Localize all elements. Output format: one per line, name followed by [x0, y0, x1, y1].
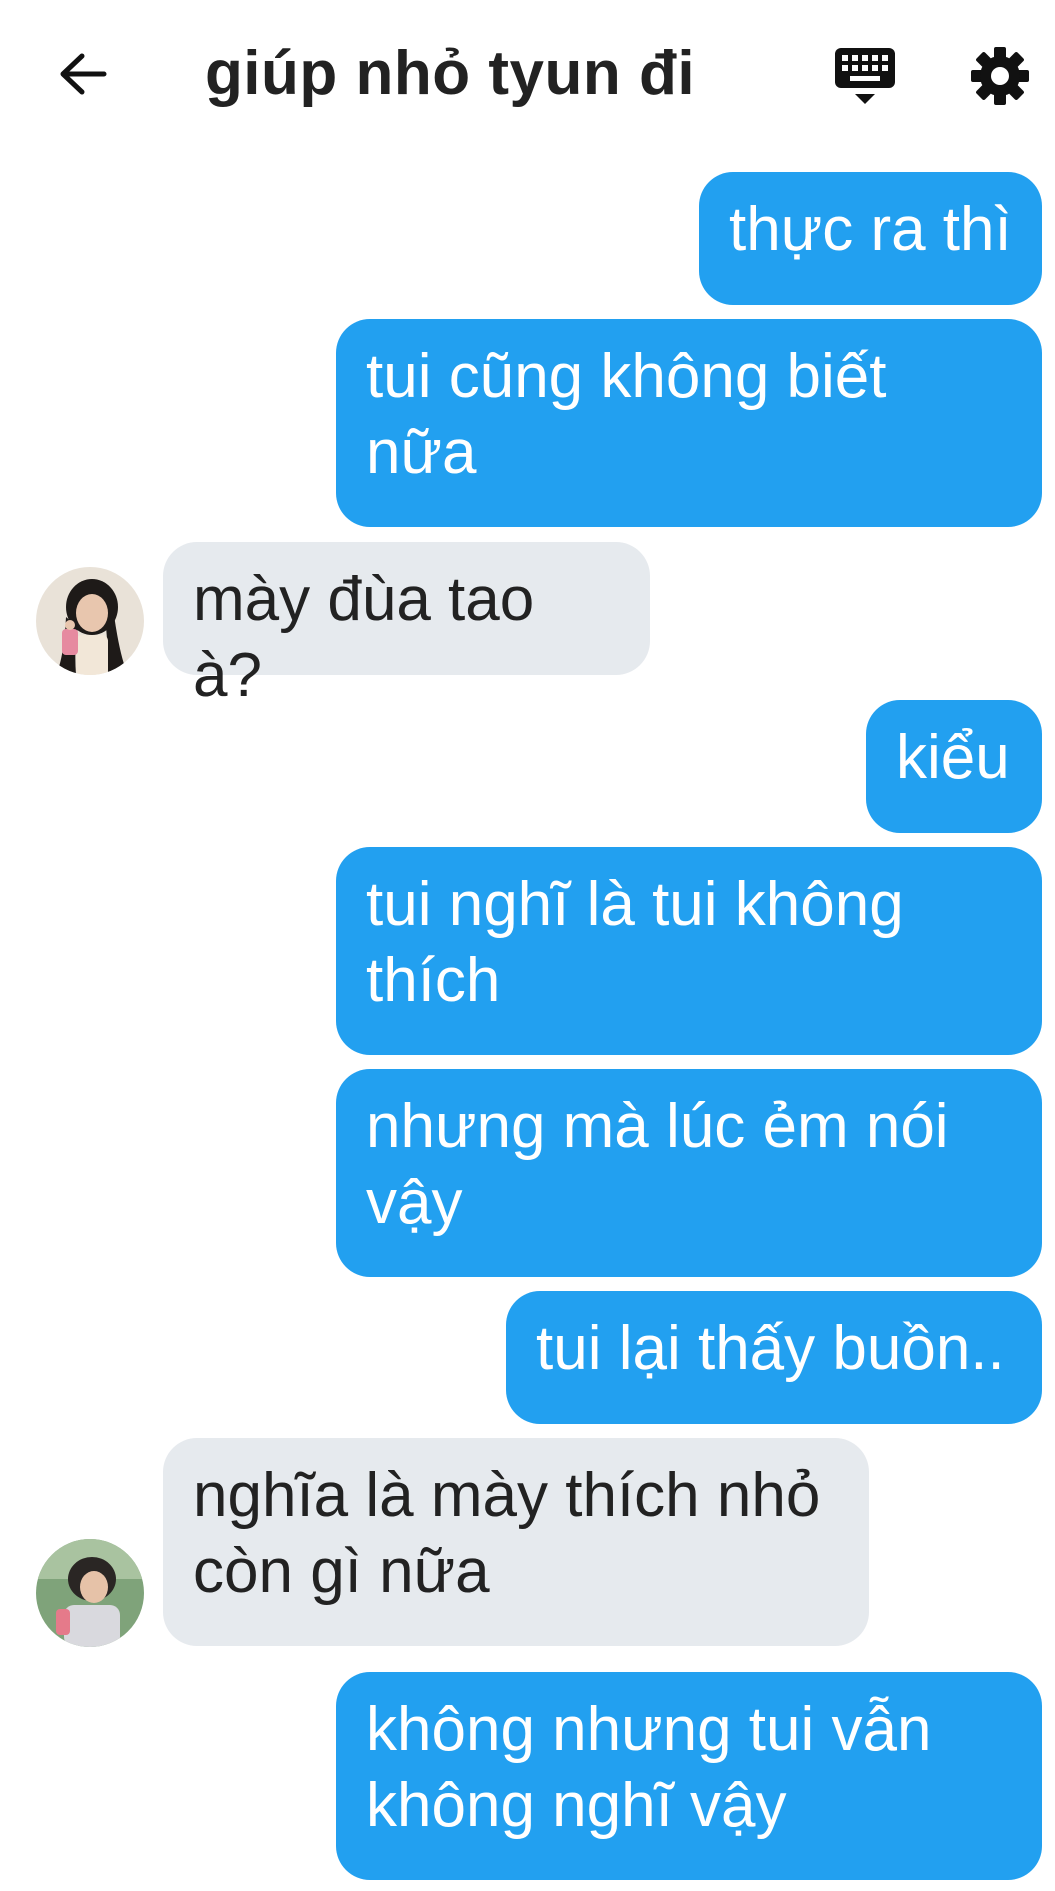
outgoing-message[interactable]: tui lại thấy buồn..	[506, 1291, 1042, 1424]
avatar[interactable]	[36, 567, 144, 675]
gear-icon	[971, 47, 1029, 105]
outgoing-message[interactable]: kiểu	[866, 700, 1042, 833]
keyboard-button[interactable]	[825, 40, 905, 112]
settings-button[interactable]	[964, 40, 1036, 112]
contact-photo-icon	[36, 567, 144, 675]
contact-photo-icon	[36, 1539, 144, 1647]
incoming-message[interactable]: mày đùa tao à?	[163, 542, 650, 710]
arrow-left-icon	[60, 53, 107, 95]
outgoing-message[interactable]: tui cũng không biết nữa	[336, 319, 1042, 527]
back-button[interactable]	[48, 42, 118, 106]
outgoing-message[interactable]: tui nghĩ là tui không thích	[336, 847, 1042, 1055]
avatar[interactable]	[36, 1539, 144, 1647]
keyboard-icon	[835, 48, 895, 104]
outgoing-message[interactable]: nhưng mà lúc ẻm nói vậy	[336, 1069, 1042, 1277]
incoming-message[interactable]: nghĩa là mày thích nhỏ còn gì nữa	[163, 1438, 869, 1646]
outgoing-message[interactable]: không nhưng tui vẫn không nghĩ vậy	[336, 1672, 1042, 1880]
outgoing-message[interactable]: thực ra thì	[699, 172, 1042, 305]
conversation-title: giúp nhỏ tyun đi	[204, 39, 696, 108]
chat-header: giúp nhỏ tyun đi	[0, 0, 1055, 150]
